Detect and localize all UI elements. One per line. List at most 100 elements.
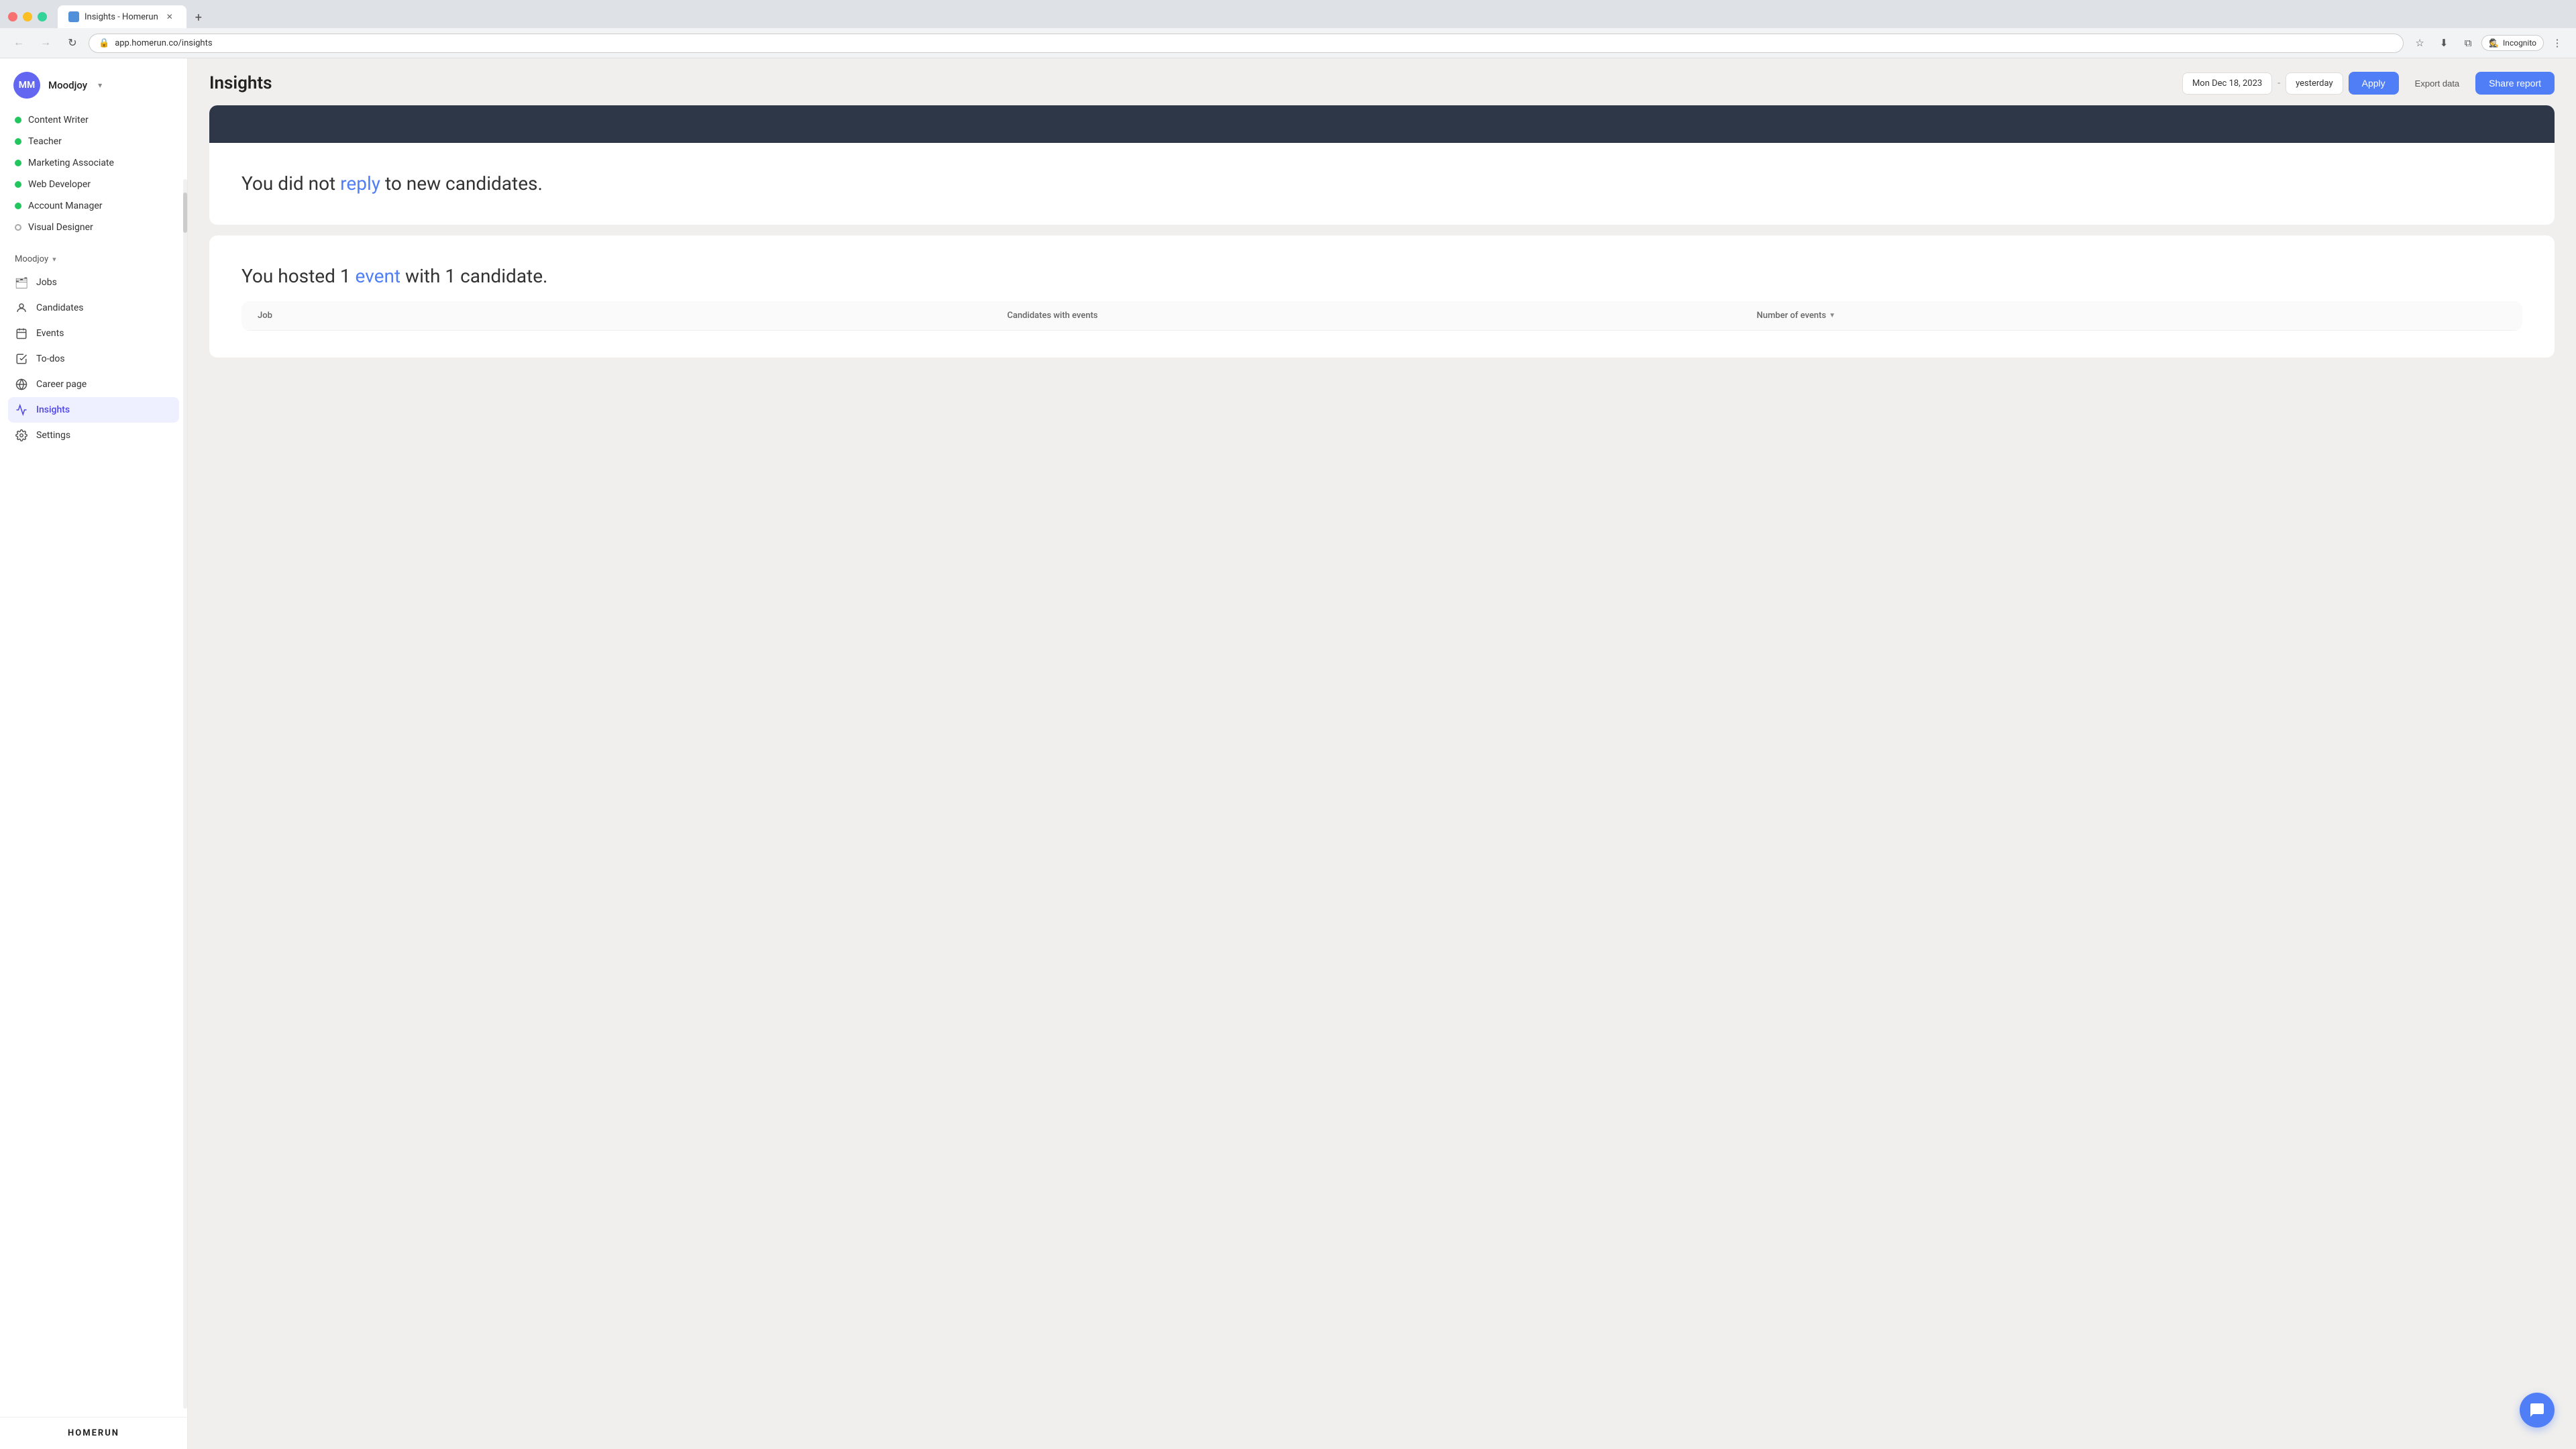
incognito-label: Incognito bbox=[2503, 38, 2536, 48]
job-label: Content Writer bbox=[28, 115, 89, 125]
nav-item-label: Career page bbox=[36, 379, 87, 390]
date-range: Mon Dec 18, 2023 - yesterday Apply bbox=[2182, 72, 2399, 95]
events-card-text: You hosted 1 event with 1 candidate. bbox=[241, 262, 2522, 290]
jobs-icon: 🗂 bbox=[15, 276, 28, 289]
job-status-dot bbox=[15, 181, 21, 188]
settings-icon bbox=[15, 429, 28, 442]
header-controls: Mon Dec 18, 2023 - yesterday Apply Expor… bbox=[2182, 72, 2555, 95]
job-item-web-developer[interactable]: Web Developer bbox=[8, 174, 179, 195]
browser-chrome: Insights - Homerun ✕ + ← → ↻ 🔒 app.homer… bbox=[0, 0, 2576, 58]
sidebar-item-candidates[interactable]: Candidates bbox=[8, 295, 179, 321]
main-scroll-area: You did not reply to new candidates. You… bbox=[188, 105, 2576, 1449]
nav-items: 🗂 Jobs Candidates bbox=[0, 267, 187, 459]
sidebar: MM Moodjoy ▾ Content Writer Teacher Mark… bbox=[0, 58, 188, 1449]
insights-icon bbox=[15, 403, 28, 417]
browser-toolbar: ← → ↻ 🔒 app.homerun.co/insights ☆ ⬇ ⧉ 🕵 … bbox=[0, 28, 2576, 58]
main-content: Insights Mon Dec 18, 2023 - yesterday Ap… bbox=[188, 58, 2576, 1449]
section-name: Moodjoy bbox=[15, 254, 48, 264]
job-status-dot bbox=[15, 117, 21, 123]
candidates-icon bbox=[15, 301, 28, 315]
new-tab-button[interactable]: + bbox=[188, 7, 209, 28]
sidebar-item-insights[interactable]: Insights bbox=[8, 397, 179, 423]
job-label: Visual Designer bbox=[28, 222, 93, 233]
events-icon bbox=[15, 327, 28, 340]
user-chevron-icon: ▾ bbox=[98, 80, 102, 90]
export-data-button[interactable]: Export data bbox=[2407, 73, 2468, 94]
sidebar-section-label[interactable]: Moodjoy ▾ bbox=[0, 249, 187, 267]
sidebar-item-jobs[interactable]: 🗂 Jobs bbox=[8, 270, 179, 295]
user-name: Moodjoy bbox=[48, 79, 87, 91]
toolbar-actions: ☆ ⬇ ⧉ 🕵 Incognito ⋮ bbox=[2409, 32, 2568, 54]
nav-item-label: Jobs bbox=[36, 277, 57, 288]
menu-button[interactable]: ⋮ bbox=[2546, 32, 2568, 54]
incognito-badge[interactable]: 🕵 Incognito bbox=[2481, 35, 2544, 51]
reply-text-after: to new candidates. bbox=[380, 172, 543, 195]
incognito-icon: 🕵 bbox=[2489, 38, 2499, 48]
job-label: Web Developer bbox=[28, 179, 91, 190]
homerun-logo-text: HOMERUN bbox=[68, 1428, 119, 1438]
events-card: You hosted 1 event with 1 candidate. Job… bbox=[209, 235, 2555, 358]
sidebar-item-settings[interactable]: Settings bbox=[8, 423, 179, 448]
sort-icon: ▼ bbox=[1829, 312, 1835, 319]
window-controls bbox=[8, 12, 47, 21]
job-label: Account Manager bbox=[28, 201, 103, 211]
todos-icon bbox=[15, 352, 28, 366]
scrollbar-thumb bbox=[183, 193, 187, 233]
address-bar[interactable]: 🔒 app.homerun.co/insights bbox=[89, 34, 2404, 53]
nav-item-label: Candidates bbox=[36, 303, 84, 313]
column-job: Job bbox=[258, 311, 1007, 321]
close-button[interactable] bbox=[8, 12, 17, 21]
job-item-account-manager[interactable]: Account Manager bbox=[8, 195, 179, 217]
sidebar-item-events[interactable]: Events bbox=[8, 321, 179, 346]
date-start-input[interactable]: Mon Dec 18, 2023 bbox=[2182, 72, 2272, 95]
job-label: Teacher bbox=[28, 136, 62, 147]
url-text: app.homerun.co/insights bbox=[115, 38, 2394, 48]
back-button[interactable]: ← bbox=[8, 32, 30, 54]
tab-favicon bbox=[68, 11, 79, 22]
job-item-marketing-associate[interactable]: Marketing Associate bbox=[8, 152, 179, 174]
dark-header-band bbox=[209, 105, 2555, 143]
forward-button[interactable]: → bbox=[35, 32, 56, 54]
app-container: MM Moodjoy ▾ Content Writer Teacher Mark… bbox=[0, 58, 2576, 1449]
reply-link[interactable]: reply bbox=[340, 172, 380, 195]
download-button[interactable]: ⬇ bbox=[2433, 32, 2455, 54]
reply-card-content: You did not reply to new candidates. bbox=[209, 143, 2555, 225]
extensions-button[interactable]: ⧉ bbox=[2457, 32, 2479, 54]
job-status-dot bbox=[15, 138, 21, 145]
chat-button[interactable] bbox=[2520, 1393, 2555, 1428]
minimize-button[interactable] bbox=[23, 12, 32, 21]
job-list: Content Writer Teacher Marketing Associa… bbox=[0, 109, 187, 249]
share-report-button[interactable]: Share report bbox=[2475, 72, 2555, 95]
nav-item-label: Settings bbox=[36, 430, 70, 441]
sidebar-user[interactable]: MM Moodjoy ▾ bbox=[0, 58, 187, 109]
page-title: Insights bbox=[209, 73, 272, 93]
job-item-content-writer[interactable]: Content Writer bbox=[8, 109, 179, 131]
sidebar-scrollbar bbox=[183, 179, 187, 1409]
sidebar-item-career-page[interactable]: Career page bbox=[8, 372, 179, 397]
table-header: Job Candidates with events Number of eve… bbox=[241, 301, 2522, 331]
job-status-dot bbox=[15, 224, 21, 231]
column-candidates: Candidates with events bbox=[1007, 311, 1756, 321]
column-events[interactable]: Number of events ▼ bbox=[1757, 311, 2506, 321]
sidebar-item-todos[interactable]: To-dos bbox=[8, 346, 179, 372]
events-table: Job Candidates with events Number of eve… bbox=[241, 301, 2522, 331]
maximize-button[interactable] bbox=[38, 12, 47, 21]
reload-button[interactable]: ↻ bbox=[62, 32, 83, 54]
active-tab[interactable]: Insights - Homerun ✕ bbox=[58, 5, 186, 28]
tab-title: Insights - Homerun bbox=[85, 12, 158, 22]
date-separator: - bbox=[2277, 78, 2280, 89]
date-end-input[interactable]: yesterday bbox=[2286, 72, 2343, 95]
events-text-before: You hosted 1 bbox=[241, 265, 356, 287]
main-header: Insights Mon Dec 18, 2023 - yesterday Ap… bbox=[188, 58, 2576, 105]
tab-bar: Insights - Homerun ✕ + bbox=[58, 5, 209, 28]
job-item-visual-designer[interactable]: Visual Designer bbox=[8, 217, 179, 238]
job-item-teacher[interactable]: Teacher bbox=[8, 131, 179, 152]
reply-card-text: You did not reply to new candidates. bbox=[241, 170, 2522, 198]
apply-button[interactable]: Apply bbox=[2349, 72, 2399, 95]
bookmark-button[interactable]: ☆ bbox=[2409, 32, 2430, 54]
browser-titlebar: Insights - Homerun ✕ + bbox=[0, 0, 2576, 28]
event-link[interactable]: event bbox=[356, 265, 401, 287]
nav-item-label: To-dos bbox=[36, 354, 65, 364]
tab-close-button[interactable]: ✕ bbox=[164, 11, 176, 23]
sidebar-logo: HOMERUN bbox=[0, 1417, 187, 1449]
